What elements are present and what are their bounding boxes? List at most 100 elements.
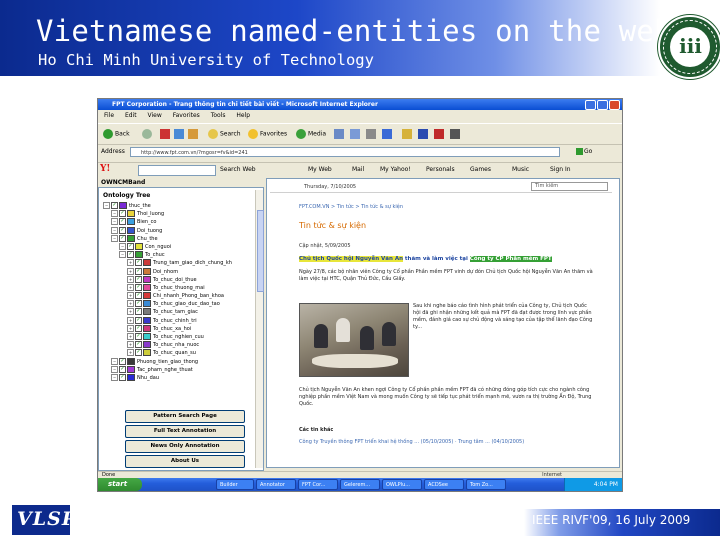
print-button[interactable] xyxy=(366,129,377,139)
yahoo-signin[interactable]: Sign In xyxy=(550,166,571,173)
task-button[interactable]: ACDSee xyxy=(424,479,464,490)
expand-toggle-icon[interactable]: − xyxy=(111,365,118,373)
expand-toggle-icon[interactable]: + xyxy=(127,349,134,357)
expand-toggle-icon[interactable]: − xyxy=(111,373,118,381)
expand-toggle-icon[interactable]: − xyxy=(111,218,118,226)
expand-toggle-icon[interactable]: + xyxy=(127,308,134,316)
word-button[interactable] xyxy=(418,129,429,139)
tree-node[interactable]: − ✓ Thoi_luong xyxy=(103,210,255,218)
back-button[interactable]: Back xyxy=(103,129,130,139)
task-button[interactable]: Annotator xyxy=(256,479,296,490)
related-links[interactable]: Công ty Truyền thông FPT triển khai hệ t… xyxy=(299,439,599,446)
tree-node[interactable]: − ✓ Chu_the xyxy=(103,234,255,243)
checkbox[interactable]: ✓ xyxy=(135,259,142,267)
ontology-scrollbar[interactable] xyxy=(255,190,264,468)
expand-toggle-icon[interactable]: + xyxy=(127,300,134,308)
checkbox[interactable]: ✓ xyxy=(135,349,142,357)
close-button[interactable] xyxy=(609,100,620,110)
checkbox[interactable]: ✓ xyxy=(127,251,134,259)
menu-favorites[interactable]: Favorites xyxy=(173,112,200,119)
expand-toggle-icon[interactable]: + xyxy=(127,267,134,275)
v-button[interactable] xyxy=(450,129,461,139)
menu-view[interactable]: View xyxy=(148,112,162,119)
checkbox[interactable]: ✓ xyxy=(135,316,142,324)
tree-node[interactable]: + ✓ To_chuc_doi_thue xyxy=(103,275,255,284)
menu-tools[interactable]: Tools xyxy=(211,112,226,119)
expand-toggle-icon[interactable]: + xyxy=(127,275,134,283)
menu-help[interactable]: Help xyxy=(236,112,250,119)
expand-toggle-icon[interactable]: + xyxy=(127,283,134,291)
checkbox[interactable]: ✓ xyxy=(135,300,142,308)
expand-toggle-icon[interactable]: − xyxy=(111,357,118,365)
tree-node[interactable]: + ✓ To_chuc_nghien_cuu xyxy=(103,333,255,341)
ie-extension-button[interactable] xyxy=(434,129,445,139)
yahoo-myweb[interactable]: My Web xyxy=(308,166,332,173)
checkbox[interactable]: ✓ xyxy=(135,333,142,340)
minimize-button[interactable] xyxy=(585,100,596,110)
address-input[interactable]: http://www.fpt.com.vn/?mgosr=fv&id=241 xyxy=(130,147,560,157)
yahoo-music[interactable]: Music xyxy=(512,166,529,173)
expand-toggle-icon[interactable]: − xyxy=(111,234,118,242)
expand-toggle-icon[interactable]: − xyxy=(119,242,126,250)
task-button[interactable]: Builder xyxy=(216,479,254,490)
yahoo-search-input[interactable] xyxy=(138,165,216,176)
start-button[interactable]: start xyxy=(98,478,142,491)
menu-edit[interactable]: Edit xyxy=(125,112,137,119)
breadcrumb[interactable]: FPT.COM.VN > Tin tức > Tin tức & sự kiện xyxy=(299,204,403,210)
tree-node[interactable]: + ✓ Trung_tam_giao_dich_chung_kh xyxy=(103,259,255,267)
task-button[interactable]: Gelerem... xyxy=(340,479,380,490)
expand-toggle-icon[interactable]: − xyxy=(119,251,126,259)
media-button[interactable]: Media xyxy=(296,129,326,139)
checkbox[interactable]: ✓ xyxy=(119,373,126,381)
tree-node[interactable]: + ✓ To_chuc_thuong_mai xyxy=(103,283,255,292)
expand-toggle-icon[interactable]: + xyxy=(127,292,134,300)
tree-node[interactable]: − ✓ Phuong_tien_giao_thong xyxy=(103,357,255,366)
checkbox[interactable]: ✓ xyxy=(135,324,142,332)
expand-toggle-icon[interactable]: − xyxy=(111,226,118,234)
checkbox[interactable]: ✓ xyxy=(127,242,134,250)
pattern-search-button[interactable]: Pattern Search Page xyxy=(125,410,245,423)
article-headline[interactable]: Chủ tịch Quốc hội Nguyễn Văn An thăm và … xyxy=(299,256,599,262)
tree-node[interactable]: + ✓ To_chuc_nha_nuoc xyxy=(103,341,255,349)
tree-node[interactable]: − ✓ Con_nguoi xyxy=(103,242,255,251)
tree-node[interactable]: − ✓ Nhu_dau xyxy=(103,373,255,382)
home-button[interactable] xyxy=(188,129,199,139)
checkbox[interactable]: ✓ xyxy=(119,365,126,373)
expand-toggle-icon[interactable]: + xyxy=(127,324,134,332)
yahoo-mail[interactable]: Mail xyxy=(352,166,364,173)
forward-button[interactable] xyxy=(142,129,154,139)
checkbox[interactable]: ✓ xyxy=(135,308,142,316)
mail-button[interactable] xyxy=(350,129,361,139)
stop-button[interactable] xyxy=(160,129,171,139)
entity-person[interactable]: Chủ tịch Quốc hội Nguyễn Văn An xyxy=(299,256,403,262)
expand-toggle-icon[interactable]: − xyxy=(111,210,118,218)
scroll-thumb[interactable] xyxy=(257,210,264,292)
yahoo-search-button[interactable]: Search Web xyxy=(220,166,256,173)
expand-toggle-icon[interactable]: + xyxy=(127,341,134,349)
checkbox[interactable]: ✓ xyxy=(135,292,142,300)
tree-node[interactable]: + ✓ To_chuc_giao_duc_dao_tao xyxy=(103,300,255,308)
search-button[interactable]: Search xyxy=(208,129,241,139)
tree-node[interactable]: − ✓ Tac_pham_nghe_thuat xyxy=(103,365,255,374)
menu-file[interactable]: File xyxy=(104,112,114,119)
tree-node[interactable]: − ✓ Bien_co xyxy=(103,218,255,226)
checkbox[interactable]: ✓ xyxy=(119,357,126,365)
edit-button[interactable] xyxy=(382,129,393,139)
task-button[interactable]: FPT Cor... xyxy=(298,479,338,490)
yahoo-personals[interactable]: Personals xyxy=(426,166,455,173)
tree-node[interactable]: + ✓ To_chuc_tam_giac xyxy=(103,308,255,316)
go-button[interactable]: Go xyxy=(576,148,592,155)
checkbox[interactable]: ✓ xyxy=(119,226,126,234)
checkbox[interactable]: ✓ xyxy=(119,210,126,218)
expand-toggle-icon[interactable]: + xyxy=(127,259,134,267)
news-only-annotation-button[interactable]: News Only Annotation xyxy=(125,440,245,453)
full-text-annotation-button[interactable]: Full Text Annotation xyxy=(125,425,245,438)
checkbox[interactable]: ✓ xyxy=(135,275,142,283)
tree-node[interactable]: + ✓ To_chuc_quan_su xyxy=(103,349,255,357)
tree-node[interactable]: + ✓ Doi_nhom xyxy=(103,267,255,276)
checkbox[interactable]: ✓ xyxy=(119,234,126,242)
refresh-button[interactable] xyxy=(174,129,185,139)
tree-node[interactable]: + ✓ Chi_nhanh_Phong_ban_khoa xyxy=(103,292,255,300)
tree-node[interactable]: + ✓ To_chuc_chinh_tri xyxy=(103,316,255,325)
page-search-input[interactable]: Tìm kiếm xyxy=(531,182,608,191)
